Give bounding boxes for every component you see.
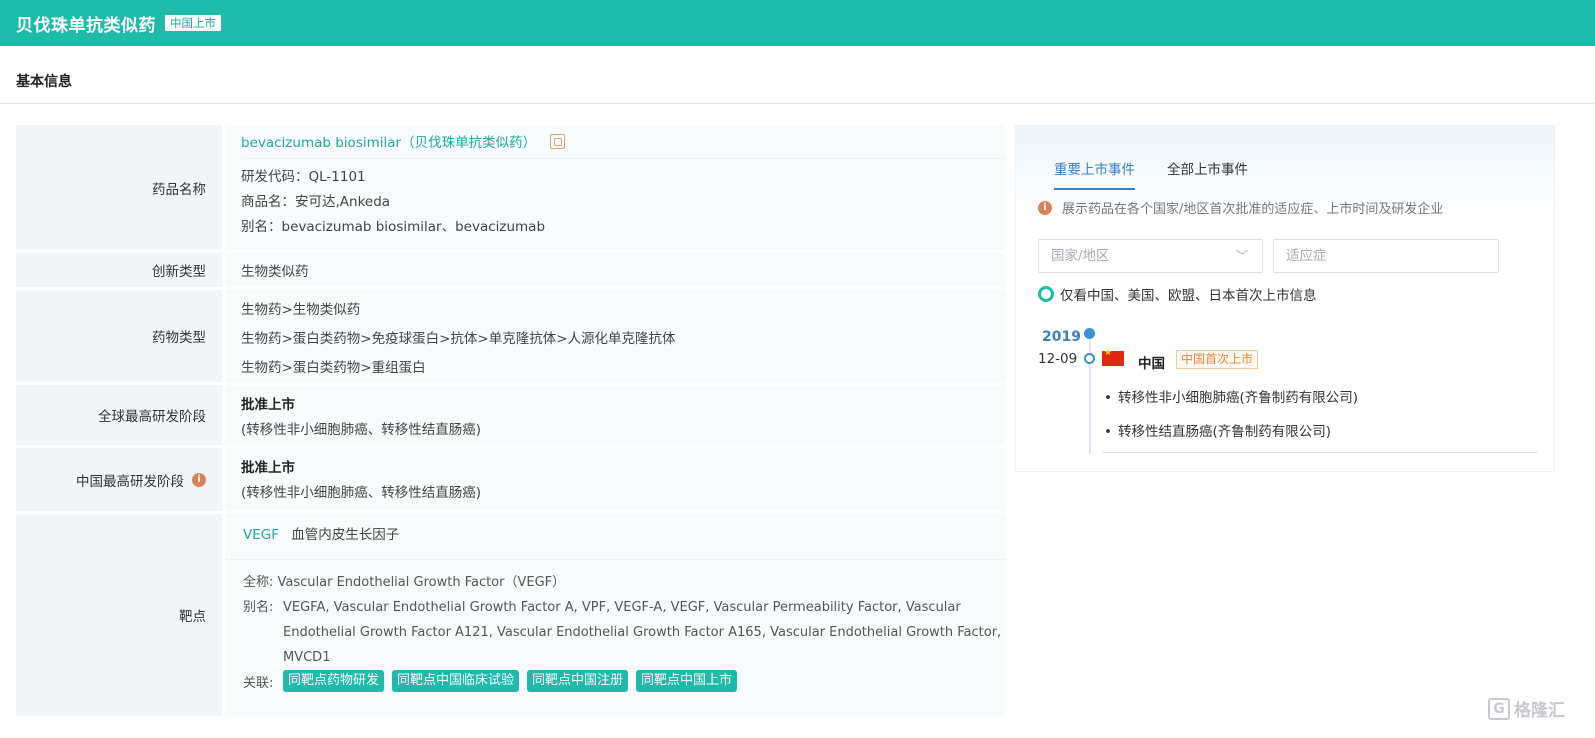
row-global-stage: 全球最高研发阶段 批准上市 (转移性非小细胞肺癌、转移性结直肠癌) (16, 385, 1005, 448)
row-drug-name: 药品名称 bevacizumab biosimilar（贝伐珠单抗类似药） 研发… (16, 125, 1005, 253)
timeline-dot (1084, 328, 1095, 339)
row-value: 批准上市 (转移性非小细胞肺癌、转移性结直肠癌) (225, 385, 1005, 445)
drug-alias: 别名：bevacizumab biosimilar、bevacizumab (241, 219, 546, 235)
divider (0, 103, 1595, 104)
tab-bar: 重要上市事件 全部上市事件 (1054, 158, 1280, 190)
row-target: 靶点 VEGF 血管内皮生长因子 全称: Vascular Endothelia… (16, 514, 1005, 719)
row-innovation: 创新类型 生物类似药 (16, 253, 1005, 290)
watermark-logo: G 格隆汇 (1488, 696, 1565, 721)
row-value: VEGF 血管内皮生长因子 全称: Vascular Endothelial G… (225, 514, 1005, 716)
header-bar: 贝伐珠单抗类似药 中国上市 (0, 0, 1595, 46)
timeline-item: 转移性结直肠癌(齐鲁制药有限公司) (1104, 420, 1331, 440)
major-markets-toggle[interactable]: 仅看中国、美国、欧盟、日本首次上市信息 (1038, 284, 1317, 304)
row-label: 靶点 (16, 514, 222, 716)
toggle-radio-icon[interactable] (1038, 286, 1054, 302)
drug-code: 研发代码：QL-1101 (241, 169, 366, 185)
row-value: 生物类似药 (225, 253, 1005, 287)
same-target-rd-button[interactable]: 同靶点药物研发 (283, 670, 385, 692)
row-value: bevacizumab biosimilar（贝伐珠单抗类似药） 研发代码：QL… (225, 125, 1005, 250)
chevron-down-icon: ﹀ (1235, 249, 1248, 263)
china-stage-label: 中国最高研发阶段 (76, 473, 184, 490)
section-title: 基本信息 (16, 74, 72, 90)
alias-line: MVCD1 (283, 650, 331, 665)
same-target-trial-button[interactable]: 同靶点中国临床试验 (392, 670, 520, 692)
row-value: 生物药>生物类似药 生物药>蛋白类药物>免疫球蛋白>抗体>单克隆抗体>人源化单克… (225, 290, 1005, 382)
row-label: 中国最高研发阶段 i (16, 448, 222, 511)
related-label: 关联: (243, 675, 274, 691)
timeline-dot (1084, 353, 1095, 364)
timeline: 2019 12-09 中国 中国首次上市 转移性非小细胞肺癌(齐鲁制药有限公司)… (1038, 326, 1538, 456)
alias-line: Endothelial Growth Factor A121, Vascular… (283, 625, 1002, 640)
launch-events-panel: 重要上市事件 全部上市事件 i 展示药品在各个国家/地区首次批准的适应症、上市时… (1015, 125, 1555, 472)
watermark-text: 格隆汇 (1514, 701, 1565, 721)
innovation-value: 生物类似药 (241, 264, 309, 280)
tab-all-events[interactable]: 全部上市事件 (1167, 158, 1248, 190)
alias-label: 别名: (243, 600, 274, 615)
same-target-launch-button[interactable]: 同靶点中国上市 (636, 670, 738, 692)
row-drug-type: 药物类型 生物药>生物类似药 生物药>蛋白类药物>免疫球蛋白>抗体>单克隆抗体>… (16, 290, 1005, 385)
info-icon[interactable]: i (192, 472, 206, 487)
target-symbol-desc: 血管内皮生长因子 (291, 527, 400, 543)
first-launch-badge: 中国首次上市 (1176, 350, 1259, 369)
drug-type-item: 生物药>生物类似药 (241, 302, 361, 318)
timeline-country: 中国 (1138, 356, 1165, 372)
china-stage-detail: (转移性非小细胞肺癌、转移性结直肠癌) (241, 485, 482, 501)
indication-input[interactable]: 适应症 (1273, 239, 1499, 273)
info-icon: i (1038, 200, 1052, 215)
global-stage-detail: (转移性非小细胞肺癌、转移性结直肠癌) (241, 422, 482, 438)
target-fullname: 全称: Vascular Endothelial Growth Factor（V… (243, 575, 566, 590)
drug-type-item: 生物药>蛋白类药物>重组蛋白 (241, 360, 426, 376)
timeline-year: 2019 (1042, 329, 1081, 345)
china-flag-icon (1102, 348, 1124, 366)
row-label: 全球最高研发阶段 (16, 385, 222, 445)
status-badge: 中国上市 (165, 15, 221, 31)
alias-line: VEGFA, Vascular Endothelial Growth Facto… (283, 600, 961, 615)
watermark-icon: G (1488, 697, 1510, 720)
china-stage: 批准上市 (241, 460, 295, 476)
divider (1102, 452, 1538, 453)
target-symbol-link[interactable]: VEGF (243, 527, 279, 543)
tab-key-events[interactable]: 重要上市事件 (1054, 158, 1135, 190)
drug-type-item: 生物药>蛋白类药物>免疫球蛋白>抗体>单克隆抗体>人源化单克隆抗体 (241, 331, 676, 347)
timeline-date: 12-09 (1038, 351, 1078, 367)
info-table: 药品名称 bevacizumab biosimilar（贝伐珠单抗类似药） 研发… (16, 125, 1005, 719)
page-title: 贝伐珠单抗类似药 (16, 15, 156, 36)
row-label: 创新类型 (16, 253, 222, 287)
row-label: 药品名称 (16, 125, 222, 250)
drug-name-link[interactable]: bevacizumab biosimilar（贝伐珠单抗类似药） (241, 135, 536, 151)
timeline-item: 转移性非小细胞肺癌(齐鲁制药有限公司) (1104, 386, 1358, 406)
same-target-registration-button[interactable]: 同靶点中国注册 (527, 670, 629, 692)
row-china-stage: 中国最高研发阶段 i 批准上市 (转移性非小细胞肺癌、转移性结直肠癌) (16, 448, 1005, 514)
row-value: 批准上市 (转移性非小细胞肺癌、转移性结直肠癌) (225, 448, 1005, 511)
hint-text: i 展示药品在各个国家/地区首次批准的适应症、上市时间及研发企业 (1038, 198, 1443, 217)
trade-name: 商品名：安可达,Ankeda (241, 194, 391, 210)
country-placeholder: 国家/地区 (1051, 248, 1110, 264)
row-label: 药物类型 (16, 290, 222, 382)
country-select[interactable]: 国家/地区 ﹀ (1038, 239, 1263, 273)
copy-icon[interactable] (550, 134, 566, 149)
toggle-label: 仅看中国、美国、欧盟、日本首次上市信息 (1060, 288, 1317, 304)
global-stage: 批准上市 (241, 397, 295, 413)
hint-label: 展示药品在各个国家/地区首次批准的适应症、上市时间及研发企业 (1062, 202, 1444, 217)
